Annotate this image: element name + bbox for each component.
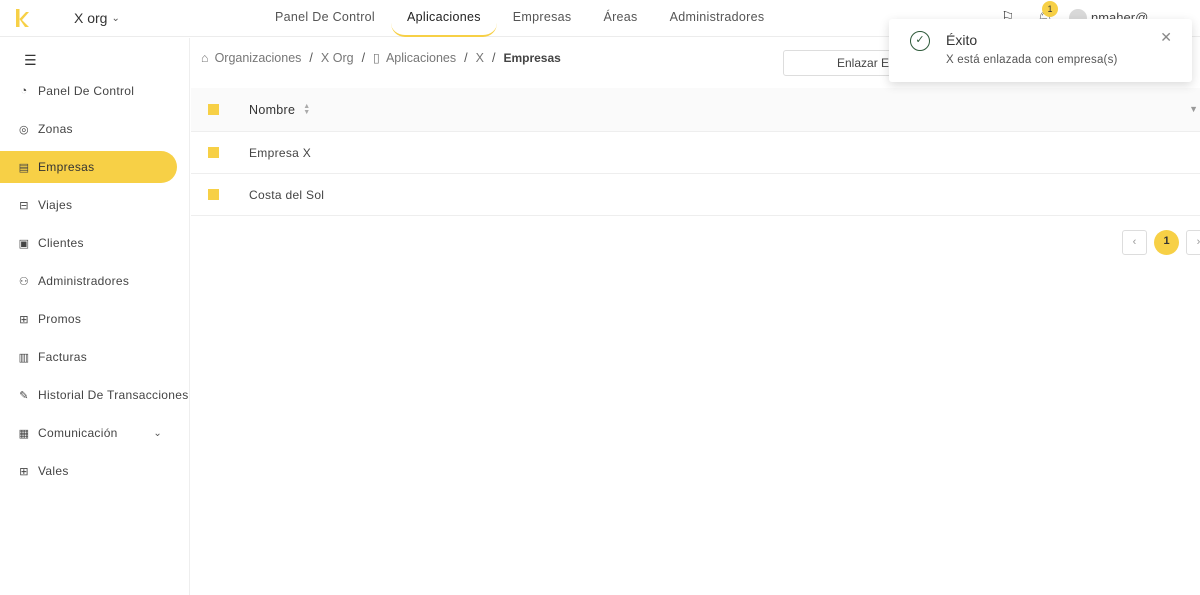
sidebar-item-label: Promos xyxy=(38,312,82,326)
car-icon: ⊟ xyxy=(19,199,29,212)
breadcrumb-x-org[interactable]: X Org xyxy=(321,51,354,65)
companies-table: Nombre ▲ ▼ ▼ Empresa X Costa del Sol xyxy=(191,88,1200,216)
prev-page-button[interactable]: ‹ xyxy=(1122,230,1147,255)
sidebar-item-zonas[interactable]: ◎ Zonas xyxy=(0,110,190,148)
sidebar-item-label: Administradores xyxy=(38,274,130,288)
notification-badge: 1 xyxy=(1042,1,1058,17)
column-header-nombre[interactable]: Nombre xyxy=(249,103,295,117)
sidebar-item-comunicacion[interactable]: ▦ Comunicación ⌄ xyxy=(0,414,190,452)
sidebar-menu: ◔ Panel De Control ◎ Zonas ▤ Empresas ⊟ … xyxy=(0,72,190,490)
org-name: X org xyxy=(74,10,108,26)
users-icon: ⚇ xyxy=(18,275,30,288)
invoice-icon: ▥ xyxy=(18,351,30,364)
building-icon: ▤ xyxy=(18,161,30,174)
breadcrumb: ⌂ Organizaciones / X Org / ▯ Aplicacione… xyxy=(201,50,561,66)
sidebar-item-label: Comunicación xyxy=(38,426,118,440)
table-row[interactable]: Empresa X xyxy=(191,132,1200,174)
sidebar-item-vales[interactable]: ⊞ Vales xyxy=(0,452,190,490)
sidebar-item-label: Viajes xyxy=(38,198,73,212)
sidebar-item-clientes[interactable]: ▣ Clientes xyxy=(0,224,190,262)
sidebar-item-administradores[interactable]: ⚇ Administradores xyxy=(0,262,190,300)
breadcrumb-x[interactable]: X xyxy=(476,51,484,65)
breadcrumb-organizaciones[interactable]: Organizaciones xyxy=(215,51,302,65)
filter-icon[interactable]: ▼ xyxy=(1189,104,1198,114)
sidebar-item-label: Vales xyxy=(38,464,69,478)
sort-icon[interactable]: ▲ ▼ xyxy=(303,103,310,116)
main-content: ⌂ Organizaciones / X Org / ▯ Aplicacione… xyxy=(191,38,1200,595)
menu-collapse-icon[interactable]: ☰ xyxy=(24,52,37,69)
home-icon: ⌂ xyxy=(201,50,209,65)
mobile-icon: ▯ xyxy=(373,51,380,65)
org-selector[interactable]: X org ⌄ xyxy=(74,10,120,26)
breadcrumb-separator: / xyxy=(464,50,468,65)
sidebar-item-label: Empresas xyxy=(38,160,95,174)
sidebar-item-panel-de-control[interactable]: ◔ Panel De Control xyxy=(0,72,190,110)
tab-areas[interactable]: Áreas xyxy=(587,0,653,37)
check-circle-icon: ✓ xyxy=(910,31,930,51)
close-icon[interactable]: ✕ xyxy=(1160,29,1172,46)
sidebar-item-promos[interactable]: ⊞ Promos xyxy=(0,300,190,338)
tab-administradores[interactable]: Administradores xyxy=(654,0,781,37)
notification-title: Éxito xyxy=(946,32,978,48)
message-icon: ▦ xyxy=(18,427,30,440)
pie-chart-icon: ◔ xyxy=(20,85,28,97)
pagination: ‹ 1 › xyxy=(1122,230,1200,255)
breadcrumb-empresas: Empresas xyxy=(503,50,561,65)
breadcrumb-aplicaciones[interactable]: Aplicaciones xyxy=(386,51,456,65)
app-logo-icon[interactable] xyxy=(14,8,30,28)
sidebar-item-label: Panel De Control xyxy=(38,84,135,98)
notification-message: X está enlazada con empresa(s) xyxy=(946,54,1118,66)
sidebar-item-label: Zonas xyxy=(38,122,73,136)
page-number[interactable]: 1 xyxy=(1154,230,1179,255)
id-card-icon: ▣ xyxy=(18,237,30,250)
location-pin-icon: ◎ xyxy=(19,123,29,136)
sidebar-item-label: Clientes xyxy=(38,236,84,250)
select-all-checkbox[interactable] xyxy=(208,104,219,115)
edit-icon: ✎ xyxy=(19,389,29,402)
success-notification: ✓ Éxito X está enlazada con empresa(s) ✕ xyxy=(889,19,1192,82)
next-page-button[interactable]: › xyxy=(1186,230,1200,255)
chevron-down-icon[interactable]: ⌄ xyxy=(153,428,162,439)
row-checkbox[interactable] xyxy=(208,147,219,158)
company-name: Empresa X xyxy=(249,145,312,160)
tab-aplicaciones[interactable]: Aplicaciones xyxy=(391,0,497,37)
sidebar-item-label: Facturas xyxy=(38,350,88,364)
gift-icon: ⊞ xyxy=(19,313,29,326)
gift-icon: ⊞ xyxy=(19,465,29,478)
breadcrumb-separator: / xyxy=(361,50,366,65)
breadcrumb-separator: / xyxy=(309,50,313,65)
link-companies-button[interactable]: Enlazar Empresas xyxy=(783,50,903,76)
sidebar-item-empresas[interactable]: ▤ Empresas xyxy=(0,151,177,183)
chevron-down-icon: ⌄ xyxy=(111,12,120,24)
tab-panel-de-control[interactable]: Panel De Control xyxy=(259,0,391,37)
sidebar: ☰ ◔ Panel De Control ◎ Zonas ▤ Empresas … xyxy=(0,38,190,595)
table-row[interactable]: Costa del Sol xyxy=(191,174,1200,216)
sidebar-item-facturas[interactable]: ▥ Facturas xyxy=(0,338,190,376)
row-checkbox[interactable] xyxy=(208,189,219,200)
sidebar-item-label: Historial De Transacciones xyxy=(38,388,189,402)
tab-empresas[interactable]: Empresas xyxy=(497,0,588,37)
top-navigation: Panel De Control Aplicaciones Empresas Á… xyxy=(259,0,780,37)
sidebar-item-viajes[interactable]: ⊟ Viajes xyxy=(0,186,190,224)
table-header: Nombre ▲ ▼ ▼ xyxy=(191,88,1200,132)
company-name: Costa del Sol xyxy=(249,187,325,202)
sidebar-item-historial-de-transacciones[interactable]: ✎ Historial De Transacciones xyxy=(0,376,190,414)
breadcrumb-separator: / xyxy=(491,50,496,65)
